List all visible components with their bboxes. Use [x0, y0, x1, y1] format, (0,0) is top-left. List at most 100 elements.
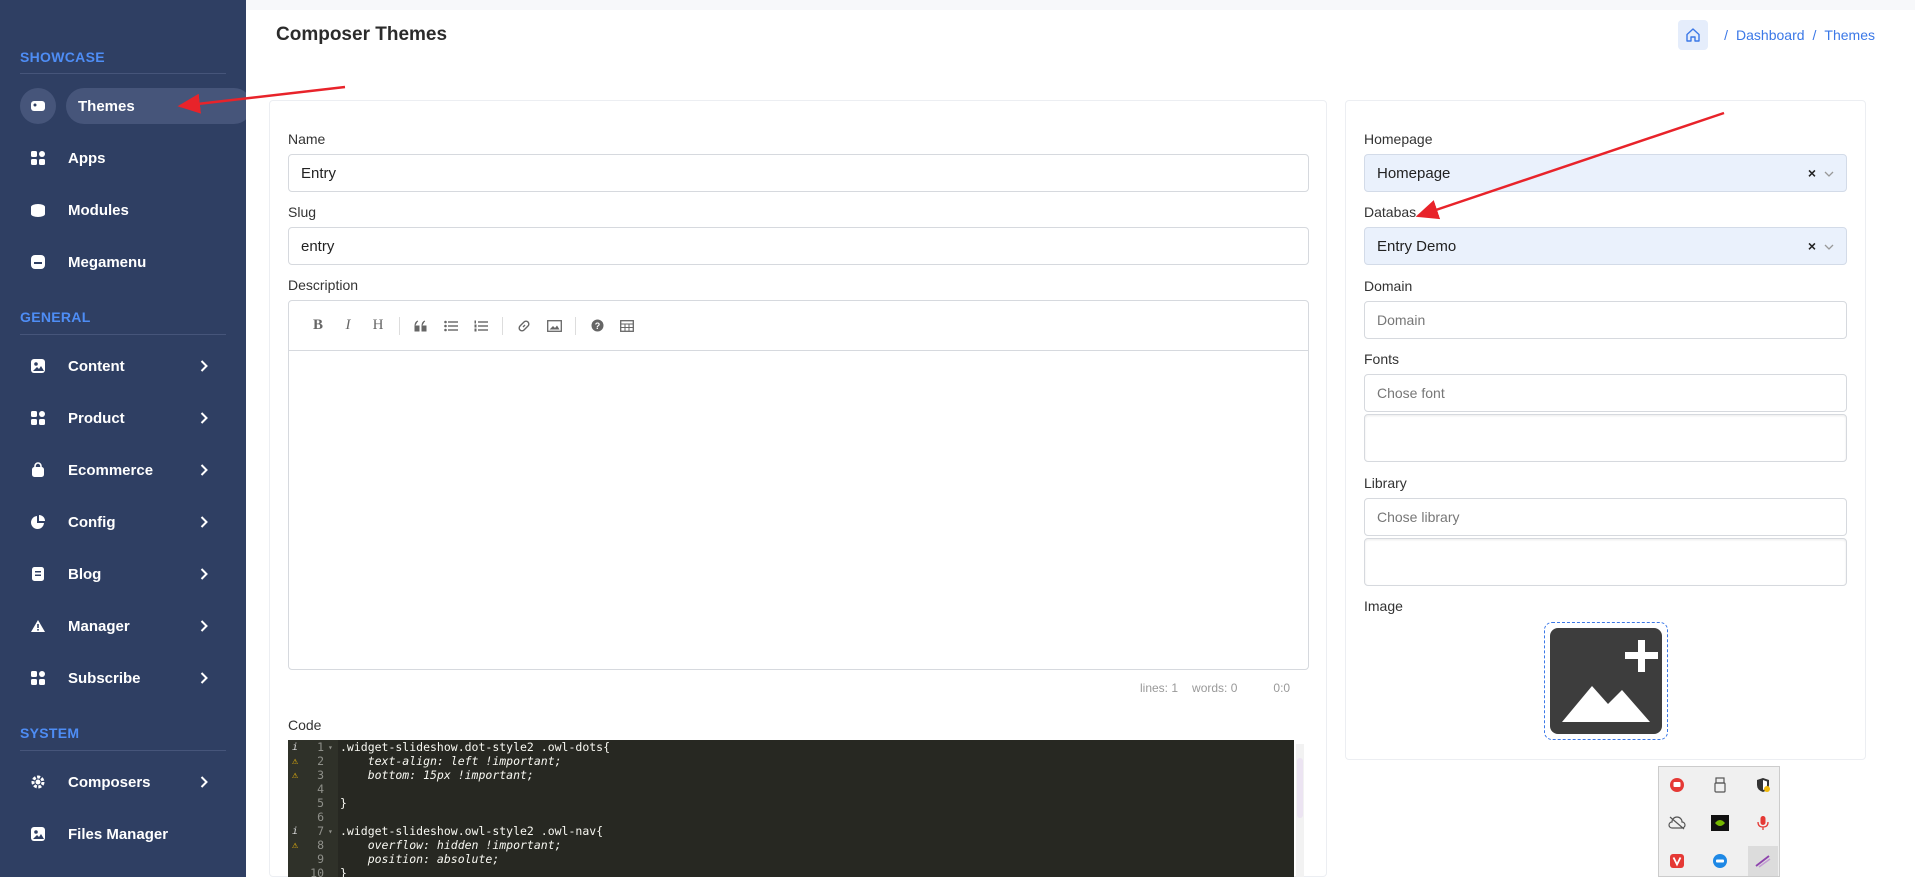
homepage-label: Homepage — [1364, 131, 1433, 147]
image-icon — [20, 816, 56, 852]
code-line: i 7 ▾ .widget-slideshow.owl-style2 .owl-nav… — [291, 824, 604, 838]
database-select[interactable]: Entry Demo × — [1364, 227, 1847, 265]
clear-icon[interactable]: × — [1808, 165, 1816, 181]
sidebar-item-content[interactable]: Content — [20, 348, 232, 384]
nvidia-icon[interactable] — [1705, 808, 1735, 838]
sidebar-item-modules[interactable]: Modules — [20, 192, 232, 228]
link-icon[interactable] — [509, 311, 539, 341]
breadcrumb-dashboard[interactable]: Dashboard — [1736, 27, 1805, 43]
sidebar-item-label: Ecommerce — [68, 461, 154, 479]
sidebar-section-showcase: SHOWCASE — [20, 49, 105, 65]
help-icon[interactable]: ? — [582, 311, 612, 341]
sidebar-item-manager[interactable]: Manager — [20, 608, 232, 644]
chevron-right-icon — [196, 566, 212, 582]
cursor-position: 0:0 — [1273, 681, 1291, 695]
description-editor: B I H ? — [288, 300, 1309, 670]
sidebar-item-label: Config — [68, 513, 116, 531]
sidebar-section-general: GENERAL — [20, 309, 91, 325]
chevron-down-icon[interactable] — [1824, 166, 1834, 180]
chevron-right-icon — [196, 410, 212, 426]
sidebar-item-label: Manager — [68, 617, 130, 635]
sidebar-section-system: SYSTEM — [20, 725, 80, 741]
sidebar-divider — [20, 750, 226, 751]
domain-label: Domain — [1364, 278, 1413, 294]
library-label: Library — [1364, 475, 1407, 491]
code-line: 9 position: absolute; — [317, 852, 500, 866]
chevron-right-icon — [196, 670, 212, 686]
image-icon[interactable] — [539, 311, 569, 341]
toolbar-separator — [399, 316, 400, 335]
domain-input[interactable]: Domain — [1364, 301, 1847, 339]
gear-icon — [20, 764, 56, 800]
code-editor[interactable]: i 1 ▾ .widget-slideshow.dot-style2 .owl-dot… — [288, 740, 1294, 877]
microphone-icon[interactable] — [1748, 808, 1778, 838]
sidebar-item-files-manager[interactable]: Files Manager — [20, 816, 232, 852]
fonts-selected-box[interactable] — [1364, 414, 1847, 462]
homepage-select[interactable]: Homepage × — [1364, 154, 1847, 192]
slug-label: Slug — [288, 204, 317, 220]
chevron-right-icon — [196, 618, 212, 634]
image-label: Image — [1364, 598, 1403, 614]
italic-button[interactable]: I — [333, 311, 363, 341]
grid-icon — [20, 400, 56, 436]
sidebar-item-subscribe[interactable]: Subscribe — [20, 660, 232, 696]
sidebar-item-blog[interactable]: Blog — [20, 556, 232, 592]
code-line: ⚠ 3 bottom: 15px !important; — [291, 768, 534, 782]
sidebar-item-apps[interactable]: Apps — [20, 140, 232, 176]
breadcrumb-separator: / — [1724, 27, 1729, 43]
homepage-value: Homepage — [1377, 164, 1451, 182]
vivaldi-icon[interactable] — [1662, 846, 1692, 876]
lines-count: lines: 1 — [1140, 681, 1179, 695]
code-line: ⚠ 8 overflow: hidden !important; — [291, 838, 562, 852]
usb-drive-icon[interactable] — [1705, 770, 1735, 800]
slug-input[interactable]: entry — [288, 227, 1309, 265]
chevron-right-icon — [196, 514, 212, 530]
scrollbar-thumb[interactable] — [1297, 758, 1303, 818]
library-selected-box[interactable] — [1364, 538, 1847, 586]
pie-icon — [20, 504, 56, 540]
bold-button[interactable]: B — [303, 311, 333, 341]
name-label: Name — [288, 131, 326, 147]
sidebar-item-themes[interactable]: Themes — [20, 88, 252, 124]
code-scrollbar[interactable] — [1296, 744, 1304, 877]
sidebar-item-label: Themes — [78, 97, 135, 115]
sidebar-item-label: Apps — [68, 149, 106, 167]
chevron-down-icon[interactable] — [1824, 239, 1834, 253]
heading-button[interactable]: H — [363, 311, 393, 341]
security-shield-icon[interactable] — [1748, 770, 1778, 800]
toolbar-separator — [575, 316, 576, 335]
sidebar-item-label: Composers — [68, 773, 151, 791]
sidebar-item-composers[interactable]: Composers — [20, 764, 232, 800]
grid-icon — [20, 660, 56, 696]
home-icon[interactable] — [1678, 20, 1709, 50]
fonts-search-input[interactable]: Chose font — [1364, 374, 1847, 412]
words-count: words: 0 — [1192, 681, 1238, 695]
chat-app-icon[interactable] — [1662, 770, 1692, 800]
code-line: i 1 ▾ .widget-slideshow.dot-style2 .owl-dot… — [291, 740, 611, 754]
sidebar-item-label: Product — [68, 409, 125, 427]
bullet-list-icon[interactable] — [436, 311, 466, 341]
quote-icon[interactable] — [406, 311, 436, 341]
database-label: Databas — [1364, 204, 1417, 220]
sidebar-item-ecommerce[interactable]: Ecommerce — [20, 452, 232, 488]
warning-icon — [20, 608, 56, 644]
library-search-input[interactable]: Chose library — [1364, 498, 1847, 536]
sidebar-item-config[interactable]: Config — [20, 504, 232, 540]
zalo-icon[interactable] — [1705, 846, 1735, 876]
bag-icon — [20, 452, 56, 488]
name-input[interactable]: Entry — [288, 154, 1309, 192]
sidebar-item-megamenu[interactable]: Megamenu — [20, 244, 232, 280]
clear-icon[interactable]: × — [1808, 238, 1816, 254]
breadcrumb-themes[interactable]: Themes — [1824, 27, 1875, 43]
top-strip — [246, 0, 1915, 10]
table-icon[interactable] — [612, 311, 642, 341]
sidebar-divider — [20, 334, 226, 335]
code-label: Code — [288, 717, 322, 733]
sidebar-item-label: Blog — [68, 565, 102, 583]
cloud-offline-icon[interactable] — [1662, 808, 1692, 838]
sidebar-item-product[interactable]: Product — [20, 400, 232, 436]
numbered-list-icon[interactable] — [466, 311, 496, 341]
image-upload[interactable] — [1544, 622, 1668, 740]
pen-tool-icon[interactable] — [1748, 846, 1778, 876]
chevron-right-icon — [196, 774, 212, 790]
